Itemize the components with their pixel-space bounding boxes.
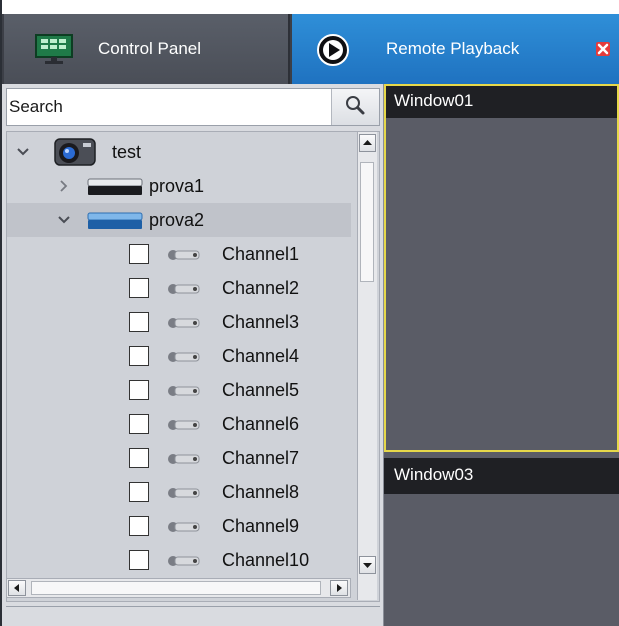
- tree-horizontal-scrollbar[interactable]: [6, 578, 351, 598]
- bullet-camera-icon: [168, 488, 200, 498]
- close-icon[interactable]: [595, 41, 611, 57]
- channel-row[interactable]: Channel6: [7, 407, 351, 441]
- scroll-down-button[interactable]: [359, 556, 376, 574]
- tab-bar: Control Panel Remote Playback: [2, 14, 619, 84]
- bullet-camera-icon: [168, 318, 200, 328]
- channel-row[interactable]: Channel3: [7, 305, 351, 339]
- bullet-camera-icon: [168, 250, 200, 260]
- bullet-camera-icon: [168, 556, 200, 566]
- bullet-camera-icon: [168, 522, 200, 532]
- panel-divider: [6, 606, 380, 607]
- tree-node-device-selected[interactable]: prova2: [7, 203, 351, 237]
- channel-row[interactable]: Channel7: [7, 441, 351, 475]
- dvr-icon: [87, 212, 143, 229]
- device-panel: test prova1: [2, 84, 384, 626]
- tab-remote-playback-label: Remote Playback: [386, 39, 520, 58]
- search-box: [6, 88, 380, 126]
- channel-label: Channel1: [222, 243, 300, 264]
- chevron-down-icon[interactable]: [16, 145, 30, 159]
- scroll-thumb[interactable]: [31, 581, 321, 595]
- channel-checkbox[interactable]: [129, 244, 149, 264]
- chevron-down-icon[interactable]: [57, 213, 71, 227]
- monitor-grid-icon: [35, 34, 73, 64]
- window-title: Window03: [384, 458, 619, 494]
- bullet-camera-icon: [168, 420, 200, 430]
- arrow-left-icon: [14, 584, 19, 592]
- arrow-down-icon: [363, 563, 372, 568]
- dvr-icon: [87, 178, 143, 195]
- channel-label: Channel2: [222, 277, 300, 298]
- app-frame: Control Panel Remote Playback Search tes…: [0, 0, 619, 626]
- channel-label: Channel10: [222, 549, 310, 570]
- video-window-1[interactable]: Window01: [384, 84, 619, 452]
- channel-checkbox[interactable]: [129, 278, 149, 298]
- channel-label: Channel6: [222, 413, 300, 434]
- channel-row[interactable]: Channel4: [7, 339, 351, 373]
- bullet-camera-icon: [168, 386, 200, 396]
- channel-row[interactable]: Channel5: [7, 373, 351, 407]
- tree-node-label: prova2: [149, 209, 205, 230]
- channel-row[interactable]: Channel1: [7, 237, 351, 271]
- channel-checkbox[interactable]: [129, 516, 149, 536]
- channel-label: Channel4: [222, 345, 300, 366]
- channel-label: Channel8: [222, 481, 300, 502]
- tab-control-panel[interactable]: Control Panel: [4, 14, 290, 84]
- bullet-camera-icon: [168, 284, 200, 294]
- chevron-right-icon[interactable]: [57, 179, 71, 193]
- channel-label: Channel3: [222, 311, 300, 332]
- scroll-up-button[interactable]: [359, 134, 376, 152]
- video-window-3[interactable]: Window03: [384, 458, 619, 626]
- tree-node-device[interactable]: prova1: [7, 169, 351, 203]
- search-icon: [346, 96, 365, 115]
- camera-root-icon: [54, 138, 96, 166]
- playback-icon: [317, 34, 349, 66]
- arrow-up-icon: [363, 140, 372, 145]
- scroll-thumb[interactable]: [360, 162, 374, 282]
- channel-checkbox[interactable]: [129, 346, 149, 366]
- bullet-camera-icon: [168, 454, 200, 464]
- search-button[interactable]: [331, 89, 379, 125]
- tab-remote-playback[interactable]: Remote Playback: [292, 14, 619, 84]
- channel-row[interactable]: Channel10: [7, 543, 351, 577]
- channel-checkbox[interactable]: [129, 312, 149, 332]
- channel-label: Channel5: [222, 379, 300, 400]
- tab-control-panel-label: Control Panel: [98, 39, 202, 58]
- channel-row[interactable]: Channel2: [7, 271, 351, 305]
- channel-checkbox[interactable]: [129, 550, 149, 570]
- channel-checkbox[interactable]: [129, 482, 149, 502]
- channel-row[interactable]: Channel9: [7, 509, 351, 543]
- tree-node-label: prova1: [149, 175, 205, 196]
- channel-checkbox[interactable]: [129, 448, 149, 468]
- window-title: Window01: [386, 86, 617, 118]
- tree-node-root[interactable]: test: [7, 135, 351, 169]
- scroll-right-button[interactable]: [330, 580, 348, 596]
- tree-node-label: test: [112, 141, 142, 162]
- device-tree: test prova1 prova2 Channel1 Channel2 Cha…: [6, 131, 380, 602]
- channel-row[interactable]: Channel8: [7, 475, 351, 509]
- scroll-left-button[interactable]: [8, 580, 26, 596]
- search-input[interactable]: [7, 89, 327, 125]
- channel-label: Channel7: [222, 447, 300, 468]
- bullet-camera-icon: [168, 352, 200, 362]
- channel-checkbox[interactable]: [129, 414, 149, 434]
- channel-label: Channel9: [222, 515, 300, 536]
- arrow-right-icon: [337, 584, 342, 592]
- tree-vertical-scrollbar[interactable]: [357, 132, 377, 600]
- playback-area: Window01 Window03: [384, 84, 619, 626]
- channel-checkbox[interactable]: [129, 380, 149, 400]
